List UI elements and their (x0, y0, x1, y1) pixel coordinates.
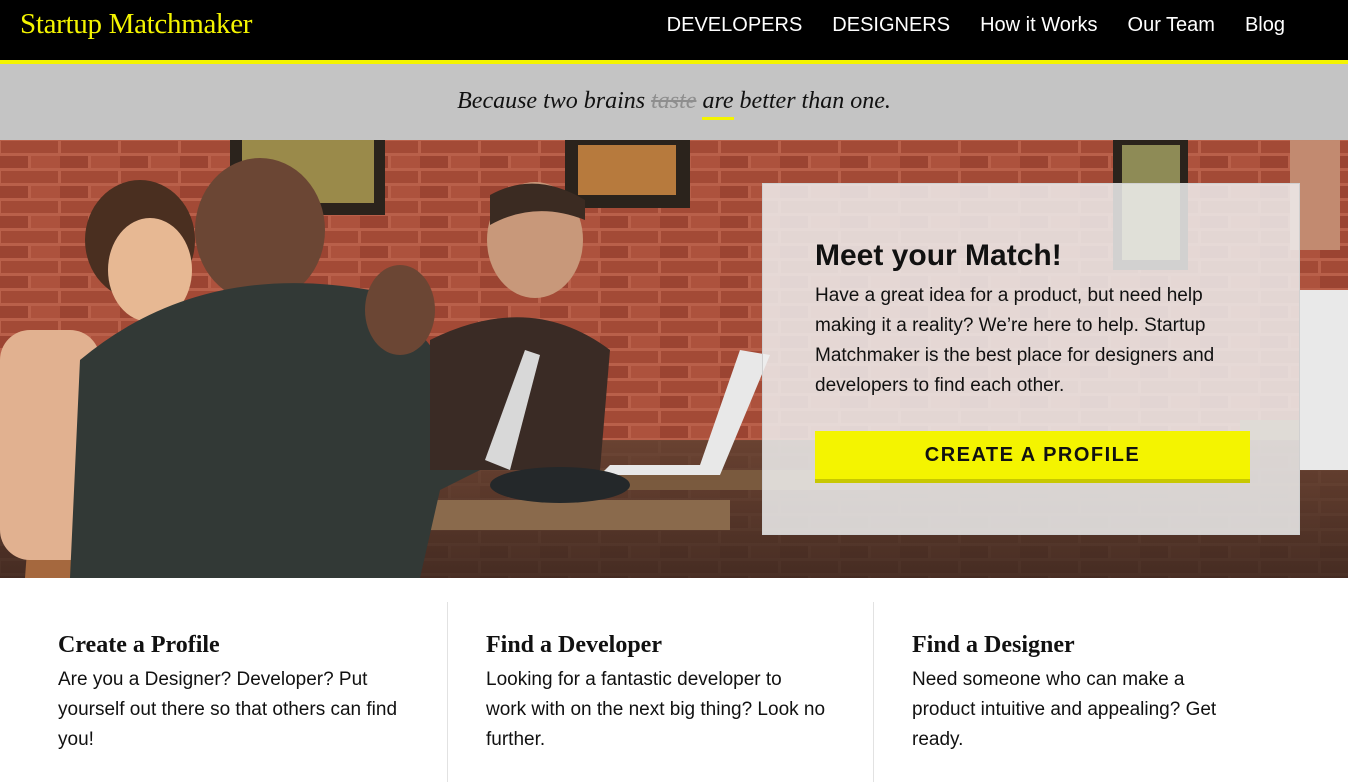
hero-section: Meet your Match! Have a great idea for a… (0, 140, 1348, 578)
nav-link-how-it-works[interactable]: How it Works (980, 13, 1097, 37)
site-logo[interactable]: Startup Matchmaker (20, 8, 252, 41)
feature-body: Need someone who can make a product intu… (912, 669, 1217, 750)
top-navbar: Startup Matchmaker DEVELOPERS DESIGNERS … (0, 0, 1348, 64)
feature-find-developer: Find a Developer Looking for a fantastic… (447, 602, 874, 782)
nav-link-blog[interactable]: Blog (1245, 13, 1285, 37)
match-card-body: Have a great idea for a product, but nee… (815, 285, 1215, 396)
features-section: Create a Profile Are you a Designer? Dev… (0, 578, 1348, 782)
tagline-end: better than one. (733, 88, 891, 114)
feature-find-designer: Find a Designer Need someone who can mak… (873, 602, 1300, 782)
feature-title: Create a Profile (58, 632, 220, 658)
tagline: Because two brains taste are better than… (0, 88, 1348, 120)
create-profile-button[interactable]: CREATE A PROFILE (815, 431, 1250, 483)
feature-create-profile: Create a Profile Are you a Designer? Dev… (20, 602, 447, 782)
nav-link-developers[interactable]: DEVELOPERS (667, 13, 803, 37)
feature-title: Find a Developer (486, 632, 662, 658)
feature-title: Find a Designer (912, 632, 1075, 658)
tagline-start: Because two brains (457, 88, 652, 114)
tagline-underlined-word: are (702, 88, 734, 120)
feature-body: Looking for a fantastic developer to wor… (486, 669, 826, 750)
nav-link-our-team[interactable]: Our Team (1128, 13, 1215, 37)
tagline-bar: Because two brains taste are better than… (0, 64, 1348, 140)
match-card: Meet your Match! Have a great idea for a… (762, 183, 1300, 535)
match-card-title: Meet your Match! (815, 239, 1062, 272)
feature-body: Are you a Designer? Developer? Put yours… (58, 669, 398, 750)
tagline-struck-word: taste (651, 88, 697, 114)
main-nav: DEVELOPERS DESIGNERS How it Works Our Te… (667, 13, 1285, 37)
nav-link-designers[interactable]: DESIGNERS (832, 13, 950, 37)
